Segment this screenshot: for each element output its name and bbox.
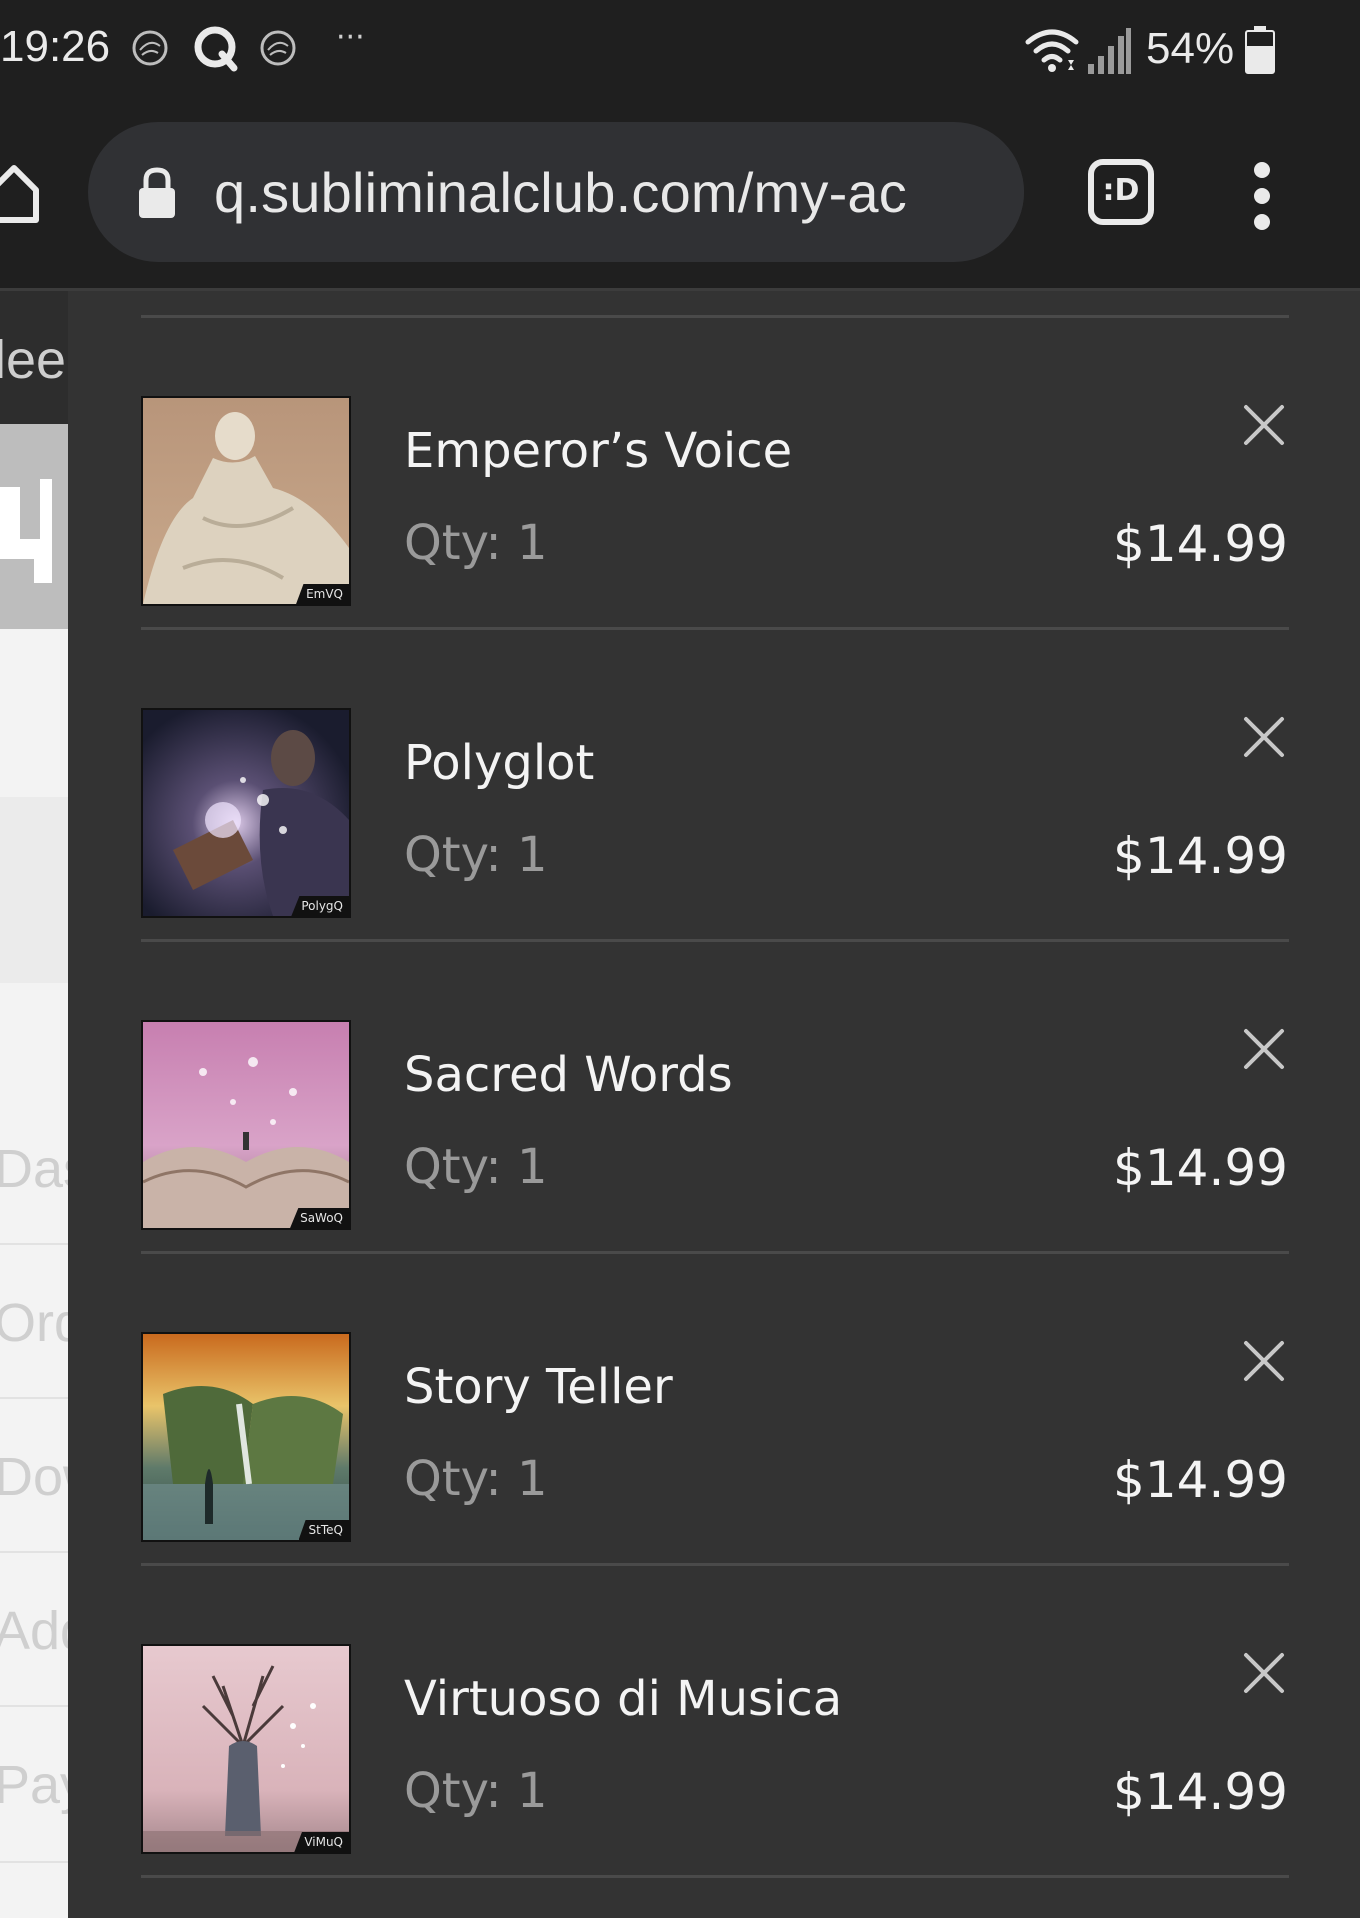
product-quantity: Qty: 1 (404, 1763, 548, 1819)
thumbnail-tag: ViMuQ (294, 1832, 349, 1852)
product-price: $14.99 (1113, 1139, 1288, 1197)
product-thumbnail[interactable]: EmVQ (141, 396, 351, 606)
cart-item: EmVQ Emperor’s Voice Qty: 1 $14.99 (68, 315, 1360, 627)
status-bar: 19:26 ··· 54% (0, 0, 1360, 100)
remove-item-button[interactable] (1240, 1025, 1288, 1073)
background-nav-orders: Ord (0, 1293, 68, 1353)
qty-label: Qty: (404, 1763, 502, 1819)
remove-item-button[interactable] (1240, 713, 1288, 761)
close-icon (1244, 717, 1284, 757)
background-divider (0, 1705, 68, 1707)
product-name[interactable]: Emperor’s Voice (404, 423, 792, 479)
thumbnail-tag: PolygQ (291, 896, 349, 916)
background-divider (0, 1397, 68, 1399)
product-price: $14.99 (1113, 1451, 1288, 1509)
background-nav-addresses: Add (0, 1601, 68, 1661)
address-bar[interactable]: q.subliminalclub.com/my-ac (88, 122, 1024, 262)
product-quantity: Qty: 1 (404, 827, 548, 883)
background-nav-downloads: Dow (0, 1447, 68, 1507)
lock-icon[interactable] (136, 166, 178, 220)
notification-badge-icon (130, 28, 170, 68)
close-icon (1244, 1029, 1284, 1069)
cart-item: SaWoQ Sacred Words Qty: 1 $14.99 (68, 939, 1360, 1251)
more-vert-icon[interactable] (1246, 160, 1278, 232)
product-quantity: Qty: 1 (404, 1451, 548, 1507)
background-logo (0, 479, 52, 591)
background-header: lee (0, 291, 68, 424)
status-more-icon: ··· (336, 20, 365, 55)
background-divider (0, 1551, 68, 1553)
url-text[interactable]: q.subliminalclub.com/my-ac (214, 160, 907, 225)
qty-label: Qty: (404, 1139, 502, 1195)
battery-icon (1244, 26, 1276, 78)
product-name[interactable]: Polyglot (404, 735, 594, 791)
product-thumbnail[interactable]: ViMuQ (141, 1644, 351, 1854)
remove-item-button[interactable] (1240, 1337, 1288, 1385)
cart-item: StTeQ Story Teller Qty: 1 $14.99 (68, 1251, 1360, 1563)
qty-label: Qty: (404, 827, 502, 883)
qty-value: 1 (516, 1763, 548, 1819)
thumbnail-tag: EmVQ (296, 584, 349, 604)
background-nav-dashboard: Das (0, 1139, 68, 1199)
signal-icon (1086, 24, 1132, 76)
thumbnail-tag: SaWoQ (290, 1208, 349, 1228)
tab-switcher-icon[interactable]: :D (1088, 159, 1154, 225)
close-icon (1244, 1341, 1284, 1381)
qty-value: 1 (516, 1451, 548, 1507)
product-price: $14.99 (1113, 827, 1288, 885)
product-name[interactable]: Story Teller (404, 1359, 673, 1415)
product-quantity: Qty: 1 (404, 515, 548, 571)
product-price: $14.99 (1113, 1763, 1288, 1821)
product-thumbnail[interactable]: StTeQ (141, 1332, 351, 1542)
browser-toolbar: q.subliminalclub.com/my-ac :D (0, 100, 1360, 290)
qty-label: Qty: (404, 515, 502, 571)
background-divider (0, 1243, 68, 1245)
home-icon[interactable] (0, 156, 40, 226)
product-name[interactable]: Sacred Words (404, 1047, 733, 1103)
background-text: lee (0, 330, 67, 390)
cart-item: ViMuQ Virtuoso di Musica Qty: 1 $14.99 (68, 1563, 1360, 1875)
notification-badge-icon (258, 28, 298, 68)
qty-value: 1 (516, 515, 548, 571)
thumbnail-tag: StTeQ (298, 1520, 349, 1540)
remove-item-button[interactable] (1240, 1649, 1288, 1697)
product-price: $14.99 (1113, 515, 1288, 573)
product-thumbnail[interactable]: PolygQ (141, 708, 351, 918)
close-icon (1244, 1653, 1284, 1693)
qty-value: 1 (516, 827, 548, 883)
close-icon (1244, 405, 1284, 445)
background-divider (0, 1861, 68, 1863)
qty-value: 1 (516, 1139, 548, 1195)
product-thumbnail[interactable]: SaWoQ (141, 1020, 351, 1230)
cart-item: PolygQ Polyglot Qty: 1 $14.99 (68, 627, 1360, 939)
qty-label: Qty: (404, 1451, 502, 1507)
background-nav-payment: Pay (0, 1755, 68, 1815)
wifi-icon (1024, 24, 1080, 76)
background-block (0, 797, 68, 983)
product-quantity: Qty: 1 (404, 1139, 548, 1195)
remove-item-button[interactable] (1240, 401, 1288, 449)
url-fade (964, 122, 1024, 262)
cart-panel: EmVQ Emperor’s Voice Qty: 1 $14.99 Polyg… (68, 291, 1360, 1918)
battery-percentage: 54% (1146, 24, 1235, 73)
quora-icon (192, 24, 242, 74)
status-time: 19:26 (0, 22, 111, 71)
product-name[interactable]: Virtuoso di Musica (404, 1671, 842, 1727)
background-page: lee Das Ord Dow Add Pay (0, 291, 68, 1918)
cart-divider (141, 1875, 1289, 1878)
tab-switcher-badge: :D (1102, 173, 1140, 208)
